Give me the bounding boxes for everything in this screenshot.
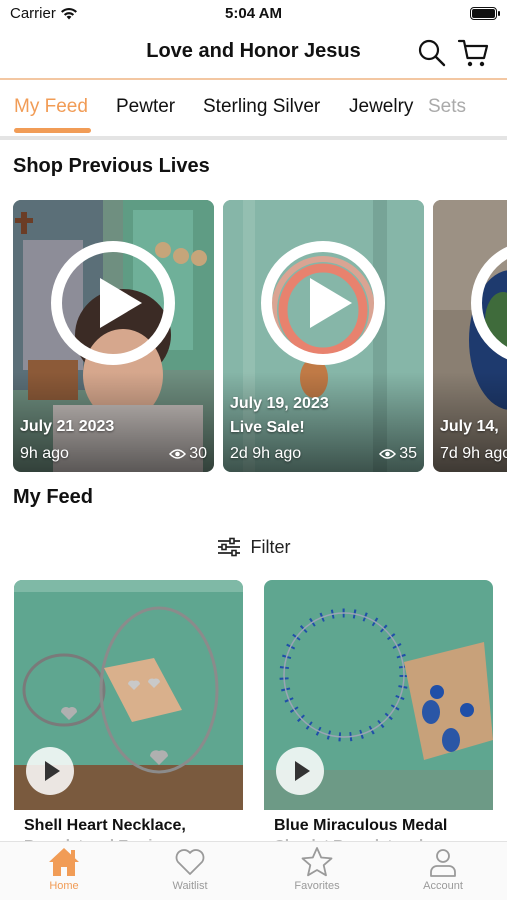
bottom-tab-bar: Home Waitlist Favorites Account: [0, 841, 507, 900]
nav-waitlist-label: Waitlist: [172, 880, 208, 892]
heart-icon: [175, 849, 205, 875]
tab-sterling-silver[interactable]: Sterling Silver: [203, 96, 320, 118]
play-icon[interactable]: [261, 241, 385, 365]
view-count-value: 35: [399, 445, 417, 462]
nav-waitlist[interactable]: Waitlist: [140, 846, 240, 900]
filter-button[interactable]: Filter: [0, 534, 507, 560]
active-tab-indicator: [14, 128, 91, 133]
tab-sets[interactable]: Sets: [428, 96, 466, 118]
star-icon: [301, 847, 333, 877]
lives-section-title: Shop Previous Lives: [13, 155, 210, 177]
nav-home[interactable]: Home: [14, 846, 114, 900]
live-view-count: 35: [379, 445, 417, 463]
battery-icon: [470, 7, 497, 20]
lives-carousel[interactable]: July 21 2023 9h ago 30 July 19, 2023 Liv…: [0, 200, 507, 472]
live-date: July 21 2023: [20, 418, 115, 435]
nav-home-label: Home: [49, 880, 79, 892]
home-icon: [49, 848, 79, 876]
nav-account-label: Account: [423, 880, 463, 892]
tab-pewter[interactable]: Pewter: [116, 96, 175, 118]
nav-favorites-label: Favorites: [294, 880, 340, 892]
product-title: Shell Heart Necklace,: [24, 817, 186, 834]
sliders-icon: [217, 537, 240, 557]
tabs-divider: [0, 136, 507, 140]
live-card[interactable]: July 21 2023 9h ago 30: [13, 200, 214, 472]
battery-tip: [498, 11, 500, 16]
app-header: Love and Honor Jesus: [0, 30, 507, 78]
header-divider: [0, 78, 507, 80]
product-card[interactable]: Shell Heart Necklace, Bracelet and Earri…: [14, 580, 243, 850]
tab-jewelry[interactable]: Jewelry: [349, 96, 413, 118]
product-title: Blue Miraculous Medal: [274, 817, 448, 834]
play-icon[interactable]: [26, 747, 74, 795]
live-date: July 19, 2023: [230, 395, 329, 412]
status-time: 5:04 AM: [225, 5, 282, 22]
category-tabs: My Feed Pewter Sterling Silver Jewelry S…: [0, 82, 507, 136]
eye-icon: [379, 449, 397, 459]
status-bar: Carrier 5:04 AM: [0, 0, 507, 30]
live-view-count: 30: [169, 445, 207, 463]
play-icon[interactable]: [276, 747, 324, 795]
play-icon[interactable]: [51, 241, 175, 365]
live-card[interactable]: July 19, 2023 Live Sale! 2d 9h ago 35: [223, 200, 424, 472]
view-count-value: 30: [189, 445, 207, 462]
live-card[interactable]: July 14, 7d 9h ago: [433, 200, 507, 472]
search-icon[interactable]: [417, 38, 447, 68]
nav-favorites[interactable]: Favorites: [267, 846, 367, 900]
live-time-ago: 7d 9h ago: [440, 445, 507, 462]
tab-my-feed[interactable]: My Feed: [14, 96, 88, 118]
cart-icon[interactable]: [457, 36, 491, 70]
eye-icon: [169, 449, 187, 459]
live-time-ago: 2d 9h ago: [230, 445, 302, 462]
person-icon: [430, 849, 456, 877]
feed-section-title: My Feed: [13, 486, 94, 508]
filter-label: Filter: [250, 536, 291, 557]
live-date: July 14,: [440, 418, 499, 435]
live-subtitle: Live Sale!: [230, 419, 305, 436]
nav-account[interactable]: Account: [393, 846, 493, 900]
product-card[interactable]: Blue Miraculous Medal Chaplet Bracelet a…: [264, 580, 493, 850]
live-time-ago: 9h ago: [20, 445, 69, 462]
